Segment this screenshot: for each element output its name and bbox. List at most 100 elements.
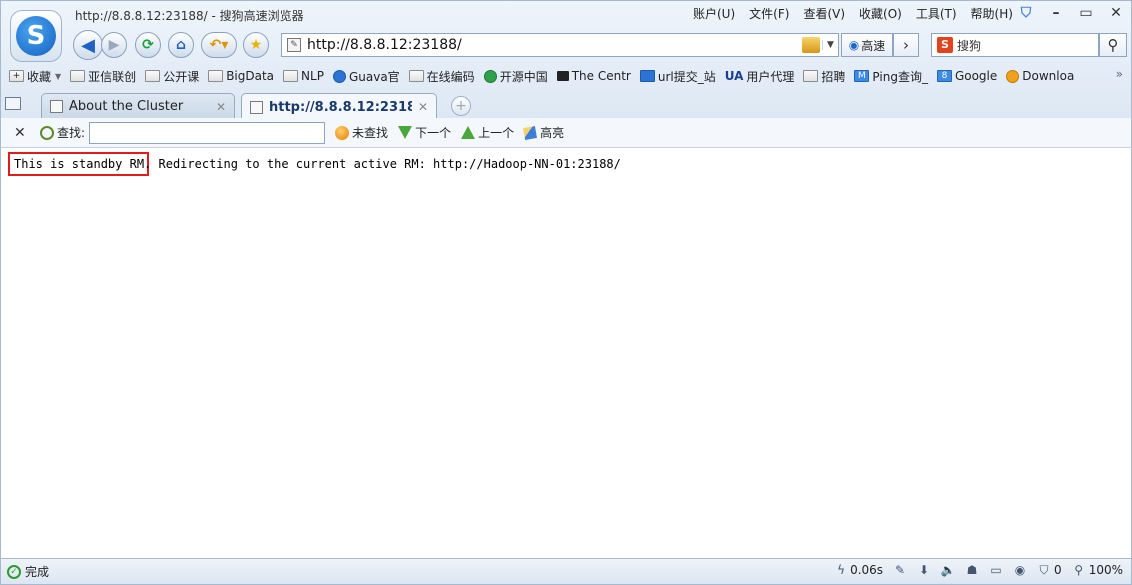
tab-current[interactable]: http://8.8.8.12:23188/ ✕ bbox=[241, 93, 437, 120]
bookmark-item[interactable]: 在线编码 bbox=[408, 68, 475, 85]
menu-bar: 账户(U) 文件(F) 查看(V) 收藏(O) 工具(T) 帮助(H) bbox=[693, 5, 1027, 22]
bookmark-item[interactable]: 招聘 bbox=[803, 68, 845, 85]
window-controls: ⛉ – ▭ ✕ bbox=[1011, 1, 1131, 25]
arrow-down-icon bbox=[398, 126, 413, 139]
address-bar[interactable]: ✎ http://8.8.8.12:23188/ ▼ bbox=[281, 33, 839, 57]
bookmark-label: The Centr bbox=[571, 69, 631, 83]
bookmark-label: 收藏 bbox=[27, 69, 52, 84]
search-button[interactable]: ⚲ bbox=[1099, 33, 1127, 57]
bookmark-label: url提交_站 bbox=[657, 69, 716, 84]
minimize-button[interactable]: – bbox=[1041, 1, 1071, 25]
bookmark-label: 开源中国 bbox=[499, 69, 548, 84]
address-url[interactable]: http://8.8.8.12:23188/ bbox=[307, 37, 802, 53]
bookmark-label: 在线编码 bbox=[426, 69, 475, 84]
download-icon[interactable]: ⬇ bbox=[917, 563, 931, 577]
folder-icon bbox=[70, 70, 86, 82]
search-box[interactable]: S 搜狗 bbox=[931, 33, 1099, 57]
bookmarks-more-icon[interactable]: » bbox=[1116, 67, 1123, 81]
menu-tools[interactable]: 工具(T) bbox=[916, 5, 957, 22]
favorite-button[interactable]: ★ bbox=[243, 32, 269, 58]
bookmark-item[interactable]: 8 Google bbox=[936, 69, 997, 83]
load-time[interactable]: ϟ 0.06s bbox=[834, 563, 883, 577]
tab-label: http://8.8.8.12:23188/ bbox=[269, 99, 412, 115]
folder-icon bbox=[803, 70, 819, 82]
folder-icon bbox=[208, 70, 224, 82]
bookmark-item[interactable]: 亚信联创 bbox=[70, 68, 136, 85]
find-input[interactable] bbox=[89, 121, 326, 144]
forward-button[interactable]: ▶ bbox=[101, 32, 127, 58]
eye-icon[interactable]: ◉ bbox=[1013, 563, 1027, 577]
bookmark-item[interactable]: BigData bbox=[208, 69, 274, 83]
home-button[interactable]: ⌂ bbox=[168, 32, 194, 58]
tab-strip: About the Cluster ✕ http://8.8.8.12:2318… bbox=[1, 91, 1132, 120]
security-shield-icon[interactable] bbox=[802, 37, 820, 53]
highlight-button[interactable]: 高亮 bbox=[523, 124, 564, 141]
menu-favorites[interactable]: 收藏(O) bbox=[859, 5, 902, 22]
adblock-count[interactable]: ⛉ 0 bbox=[1037, 563, 1062, 578]
pen-icon[interactable]: ✎ bbox=[893, 563, 907, 577]
chevron-down-icon[interactable]: ▼ bbox=[822, 40, 838, 50]
skin-icon[interactable]: ⛉ bbox=[1011, 1, 1041, 25]
bookmark-item[interactable]: 开源中国 bbox=[483, 68, 548, 85]
magnifier-icon bbox=[40, 125, 54, 140]
find-prev-label: 上一个 bbox=[478, 126, 515, 140]
chevron-right-icon: › bbox=[903, 36, 909, 54]
maximize-button[interactable]: ▭ bbox=[1071, 1, 1101, 25]
sogou-search-icon[interactable]: S bbox=[937, 37, 953, 53]
bookmark-label: Guava官 bbox=[348, 69, 400, 84]
bookmark-label: NLP bbox=[301, 69, 324, 83]
speed-icon: ◉ bbox=[848, 38, 860, 52]
check-icon: ✓ bbox=[7, 564, 21, 579]
bookmark-item[interactable]: NLP bbox=[283, 69, 324, 83]
arrow-up-icon bbox=[461, 126, 476, 139]
bookmark-item[interactable]: url提交_站 bbox=[639, 68, 716, 85]
screenshot-icon[interactable]: ▭ bbox=[989, 563, 1003, 577]
tab-close-icon[interactable]: ✕ bbox=[216, 100, 226, 114]
bookmark-item[interactable]: M Ping查询_ bbox=[854, 68, 928, 85]
bookmark-item[interactable]: Guava官 bbox=[332, 68, 400, 85]
bookmark-item[interactable]: 公开课 bbox=[145, 68, 199, 85]
bookmark-item[interactable]: UA 用户代理 bbox=[725, 68, 795, 85]
bookmark-item[interactable]: The Centr bbox=[556, 69, 631, 83]
find-prev-button[interactable]: 上一个 bbox=[461, 124, 514, 141]
plus-icon: + bbox=[9, 70, 24, 82]
load-time-text: 0.06s bbox=[850, 563, 884, 577]
chevron-down-icon: ▼ bbox=[55, 71, 62, 81]
speed-mode-button[interactable]: ◉ 高速 bbox=[841, 33, 893, 57]
undo-icon: ↶▾ bbox=[209, 37, 229, 53]
volume-icon[interactable]: 🔈 bbox=[941, 563, 956, 577]
adblock-count-text: 0 bbox=[1054, 563, 1062, 577]
refresh-button[interactable]: ⟳ bbox=[135, 32, 161, 58]
menu-file[interactable]: 文件(F) bbox=[749, 5, 789, 22]
tab-about-cluster[interactable]: About the Cluster ✕ bbox=[41, 93, 235, 119]
menu-help[interactable]: 帮助(H) bbox=[971, 5, 1013, 22]
close-find-icon[interactable]: ✕ bbox=[14, 125, 28, 141]
redirect-message: This is standby RM. Redirecting to the c… bbox=[14, 157, 621, 171]
find-label-text: 查找: bbox=[57, 126, 86, 140]
oschina-icon bbox=[483, 69, 497, 83]
bookmark-item[interactable]: Downloa bbox=[1006, 69, 1074, 83]
home-icon: ⌂ bbox=[175, 37, 187, 53]
robot-icon[interactable]: ☗ bbox=[965, 563, 979, 577]
status-left: ✓ 完成 bbox=[7, 563, 49, 580]
go-button[interactable]: › bbox=[893, 33, 919, 57]
bookmark-label: Downloa bbox=[1022, 69, 1075, 83]
find-next-label: 下一个 bbox=[415, 126, 452, 140]
tab-list-icon[interactable] bbox=[5, 97, 21, 110]
sogou-logo[interactable]: S bbox=[10, 10, 62, 62]
bookmark-label: 用户代理 bbox=[746, 69, 795, 84]
bookmark-item[interactable]: + 收藏 ▼ bbox=[9, 68, 61, 85]
zoom-control[interactable]: ⚲ 100% bbox=[1072, 563, 1123, 577]
m-icon: M bbox=[854, 70, 870, 82]
search-input[interactable]: 搜狗 bbox=[957, 37, 981, 54]
find-next-button[interactable]: 下一个 bbox=[398, 124, 451, 141]
undo-close-button[interactable]: ↶▾ bbox=[201, 32, 237, 58]
tab-label: About the Cluster bbox=[69, 99, 184, 114]
close-window-button[interactable]: ✕ bbox=[1101, 1, 1131, 25]
arrow-left-icon: ◀ bbox=[81, 34, 95, 56]
tab-close-icon[interactable]: ✕ bbox=[418, 100, 428, 114]
menu-account[interactable]: 账户(U) bbox=[693, 5, 735, 22]
menu-view[interactable]: 查看(V) bbox=[803, 5, 845, 22]
new-tab-button[interactable]: + bbox=[451, 96, 471, 116]
back-button[interactable]: ◀ bbox=[73, 30, 103, 60]
